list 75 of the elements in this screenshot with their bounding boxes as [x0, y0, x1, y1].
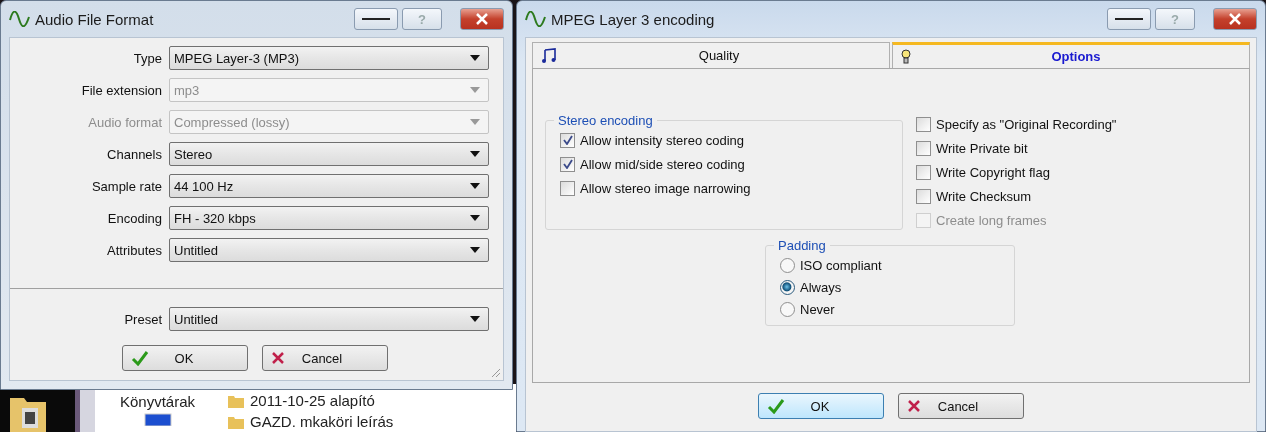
checkbox-box[interactable] — [916, 164, 931, 180]
checkbox-box[interactable] — [916, 140, 931, 156]
field-label: Type — [132, 50, 162, 66]
field-label: Sample rate — [90, 178, 162, 194]
waveform-icon — [525, 11, 547, 27]
cancel-button[interactable]: Cancel — [898, 393, 1024, 419]
checkbox[interactable]: Write Private bit — [916, 138, 1239, 158]
radio-option[interactable]: Never — [780, 299, 1006, 319]
checkbox[interactable]: Write Copyright flag — [916, 162, 1239, 182]
caret-icon — [470, 247, 480, 253]
field-label: Audio format — [87, 114, 162, 130]
caret-icon — [470, 87, 480, 93]
caret-icon — [470, 316, 480, 322]
radio-button[interactable] — [780, 279, 795, 295]
checkbox[interactable]: Allow intensity stereo coding — [560, 130, 894, 150]
tab[interactable]: Quality — [532, 42, 890, 68]
dropdown[interactable]: Untitled — [169, 238, 489, 262]
close-button[interactable] — [1213, 8, 1257, 30]
folder-icon — [228, 414, 244, 429]
dropdown[interactable]: Untitled — [169, 307, 489, 331]
field-label: Encoding — [106, 210, 162, 226]
caret-icon — [470, 183, 480, 189]
dropdown[interactable]: FH - 320 kbps — [169, 206, 489, 230]
dropdown[interactable]: 44 100 Hz — [169, 174, 489, 198]
checkbox[interactable]: Allow mid/side stereo coding — [560, 154, 894, 174]
window-title: MPEG Layer 3 encoding — [551, 10, 716, 28]
cancel-button[interactable]: Cancel — [262, 345, 388, 371]
caret-icon — [470, 55, 480, 61]
cross-icon — [907, 399, 921, 413]
ok-button[interactable]: OK — [758, 393, 884, 419]
group-title: Stereo encoding — [557, 113, 654, 128]
lightbulb-icon — [901, 48, 911, 65]
minimize-button[interactable] — [1107, 8, 1151, 30]
group-title: Padding — [777, 238, 827, 253]
checkmark-icon — [562, 135, 573, 145]
field-label: File extension — [80, 82, 162, 98]
dropdown[interactable]: Stereo — [169, 142, 489, 166]
minimize-button[interactable] — [354, 8, 398, 30]
close-icon — [476, 13, 488, 25]
ok-button[interactable]: OK — [122, 345, 248, 371]
file-name[interactable]: 2011-10-25 alapító — [250, 392, 375, 409]
resize-grip-icon[interactable] — [491, 368, 501, 378]
cross-icon — [271, 351, 285, 365]
checkbox-box[interactable] — [916, 116, 931, 132]
waveform-icon — [9, 11, 31, 27]
checkbox[interactable]: Write Checksum — [916, 186, 1239, 206]
checkbox[interactable]: Allow stereo image narrowing — [560, 178, 894, 198]
checkbox-box[interactable] — [560, 156, 575, 172]
caret-icon — [470, 151, 480, 157]
radio-option[interactable]: Always — [780, 277, 1006, 297]
dropdown[interactable]: MPEG Layer-3 (MP3) — [169, 46, 489, 70]
radio-button[interactable] — [780, 257, 795, 273]
field-label: Preset — [123, 311, 162, 327]
caret-icon — [470, 215, 480, 221]
checkmark-icon — [131, 350, 149, 366]
minimize-icon — [362, 18, 390, 20]
checkbox-box[interactable] — [560, 180, 575, 196]
field-label: Attributes — [106, 242, 162, 258]
checkmark-icon — [562, 159, 573, 169]
minimize-icon — [1115, 18, 1143, 20]
tab[interactable]: Options — [892, 42, 1250, 68]
checkbox-box[interactable] — [916, 188, 931, 204]
checkmark-icon — [767, 398, 785, 414]
checkbox-box[interactable] — [560, 132, 575, 148]
close-icon — [1229, 13, 1241, 25]
caret-icon — [470, 119, 480, 125]
close-button[interactable] — [460, 8, 504, 30]
window-title: Audio File Format — [35, 10, 155, 28]
radio-button[interactable] — [780, 301, 795, 317]
checkbox[interactable]: Specify as "Original Recording" — [916, 114, 1239, 134]
radio-option[interactable]: ISO compliant — [780, 255, 1006, 275]
field-label: Channels — [106, 146, 162, 162]
folder-icon — [228, 393, 244, 408]
file-name[interactable]: GAZD. mkaköri leírás — [250, 413, 394, 430]
music-notes-icon — [541, 47, 557, 64]
